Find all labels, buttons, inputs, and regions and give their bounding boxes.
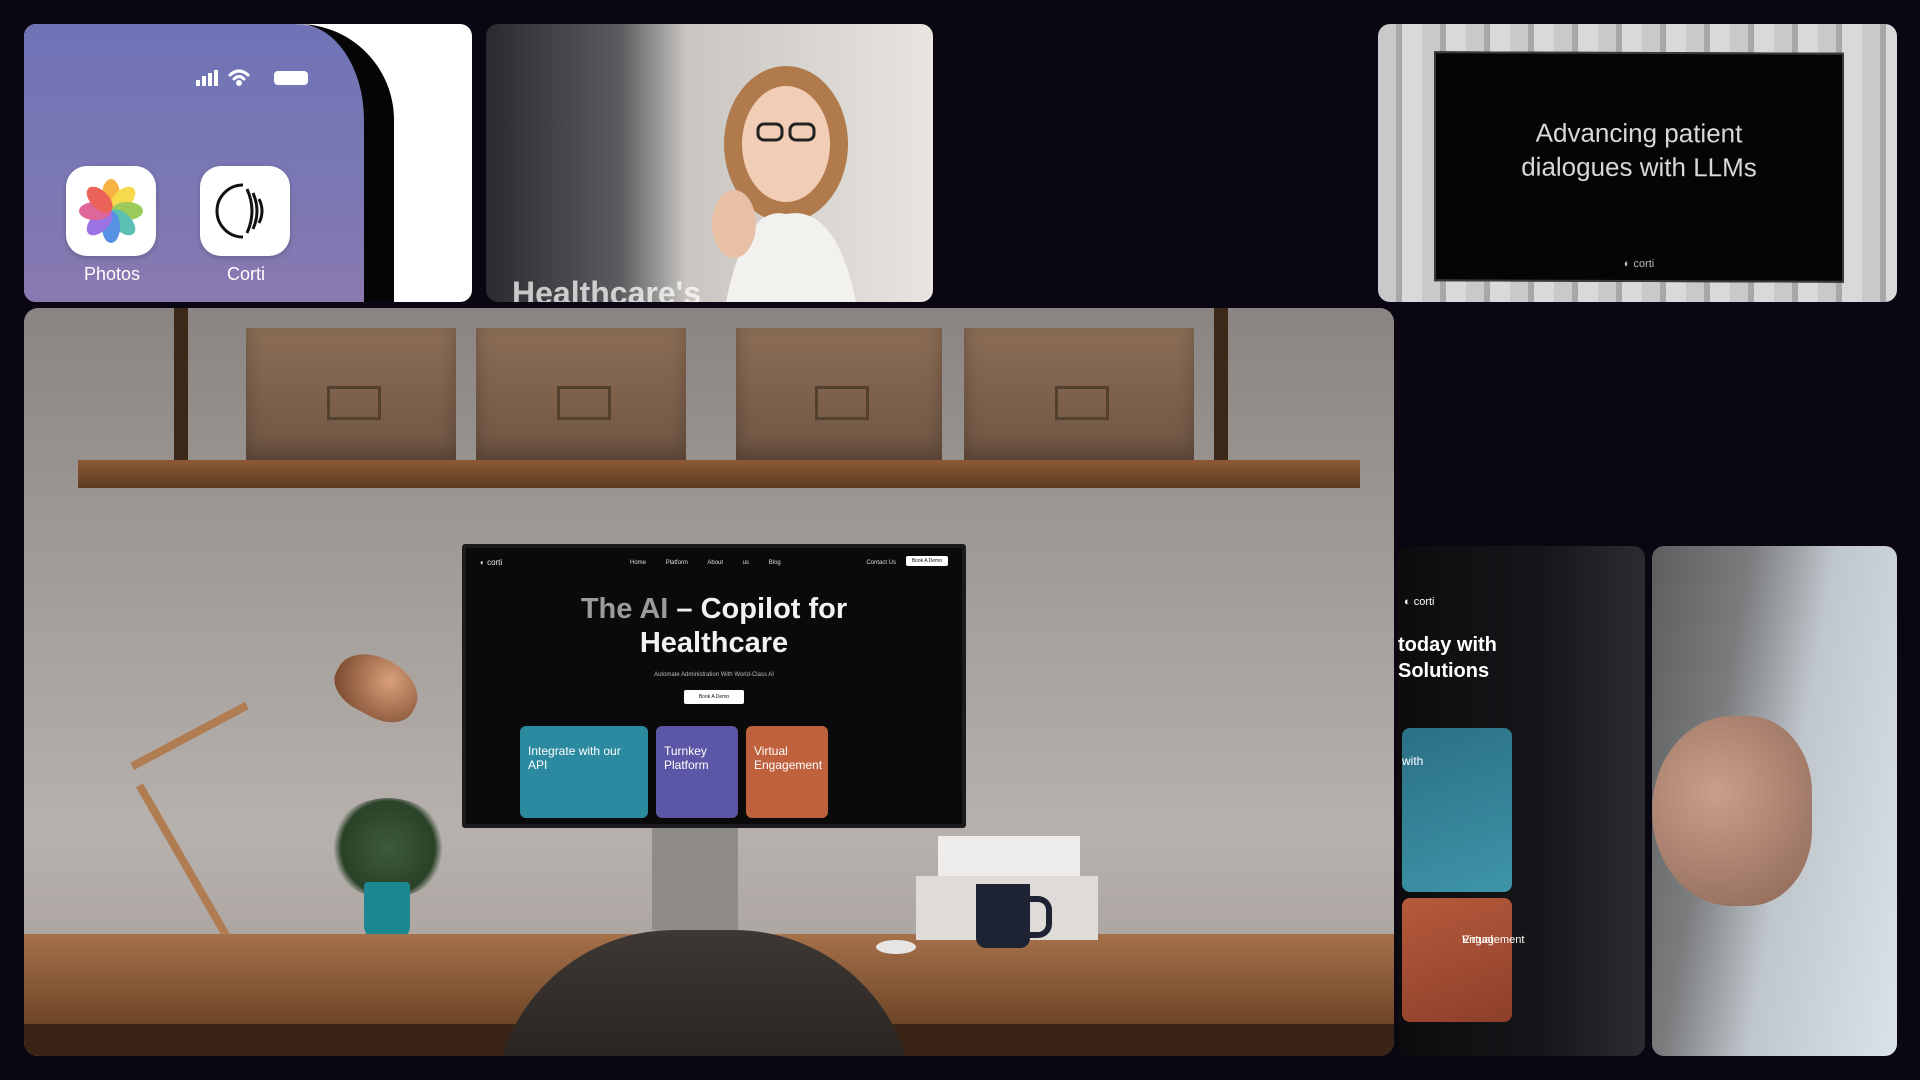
mug-handle [1026, 896, 1052, 938]
mobile-logo[interactable]: ◐ corti [1404, 596, 1434, 608]
monitor-stand [652, 818, 738, 930]
lamp-arm [136, 783, 238, 952]
nav-contact[interactable]: Contact Us [866, 560, 896, 566]
mobile-headline-line1: today with [1398, 634, 1497, 656]
mouse [876, 940, 916, 954]
hand [1652, 716, 1812, 906]
storage-box [476, 328, 686, 460]
storage-box [246, 328, 456, 460]
site-hero-title: The AI – Copilot for Healthcare [466, 592, 962, 660]
site-cta-button[interactable]: Book A Demo [684, 690, 744, 704]
mobile-headline-line2: Solutions [1398, 660, 1490, 682]
box-stack-top [938, 836, 1080, 876]
hero-title-rest: – Copilot for [668, 593, 848, 625]
llm-title: Advancing patient dialogues with LLMs [1436, 115, 1842, 184]
hero-title-dim: The AI [580, 593, 669, 625]
nav-demo-button[interactable]: Book A Demo [905, 556, 948, 566]
site-hero-subtitle: Automate Administration With World-Class… [654, 672, 774, 678]
card-engagement-label: Virtual Engagement [754, 744, 823, 772]
llm-title-line1: Advancing patient [1535, 117, 1743, 149]
phone-bezel [24, 24, 394, 302]
shelf-post [174, 308, 188, 468]
lamp-head [325, 641, 429, 733]
plant-pot [364, 882, 410, 940]
nav-platform[interactable]: Platform [666, 560, 688, 566]
nav-blog[interactable]: Blog [769, 560, 781, 566]
card-engagement[interactable]: Virtual Engagement [746, 726, 828, 818]
doctor-video-tile: Healthcare's [486, 24, 933, 302]
shelf-board [78, 460, 1360, 488]
llm-logo: ◐ corti [1623, 257, 1655, 271]
llm-display: Advancing patient dialogues with LLMs ◐ … [1434, 51, 1844, 283]
hand-closeup-tile [1652, 546, 1897, 1056]
storage-box [964, 328, 1194, 460]
shelf-post [1214, 308, 1228, 468]
site-nav: ◐ corti Home Platform About us Blog Cont… [480, 556, 948, 572]
monitor-website: ◐ corti Home Platform About us Blog Cont… [462, 544, 966, 828]
mobile-card-engagement[interactable]: Virtual Engagement [1402, 898, 1524, 1022]
phone-homescreen-tile: Photos Corti [24, 24, 472, 302]
doctor-caption: Healthcare's [512, 275, 702, 302]
nav-home[interactable]: Home [630, 560, 646, 566]
mobile-card-api[interactable]: with [1402, 728, 1512, 892]
card-platform[interactable]: Turnkey Platform [656, 726, 738, 818]
mobile-headline: today with Solutions [1398, 632, 1497, 684]
mobile-website-tile: ◐ corti today with Solutions with Virtua… [1398, 546, 1645, 1056]
card-platform-label: Turnkey Platform [664, 744, 709, 772]
llm-logo-text: corti [1633, 257, 1655, 271]
card-api-label: Integrate with our API [528, 744, 621, 772]
site-logo[interactable]: ◐ corti [480, 558, 502, 567]
storage-box [736, 328, 942, 460]
mug [976, 884, 1030, 948]
llm-title-line2: dialogues with LLMs [1521, 151, 1757, 183]
desk-scene-tile: ◐ corti Home Platform About us Blog Cont… [24, 308, 1394, 1056]
hero-title-line2: Healthcare [639, 627, 789, 659]
nav-about[interactable]: About us [707, 560, 749, 566]
doctor-photo [712, 66, 856, 302]
site-nav-links: Home Platform About us Blog [630, 560, 781, 566]
llm-sign-tile: Advancing patient dialogues with LLMs ◐ … [1378, 24, 1897, 302]
lamp-arm [130, 701, 249, 770]
mobile-card-api-label: with [1402, 754, 1424, 768]
card-api[interactable]: Integrate with our API [520, 726, 648, 818]
